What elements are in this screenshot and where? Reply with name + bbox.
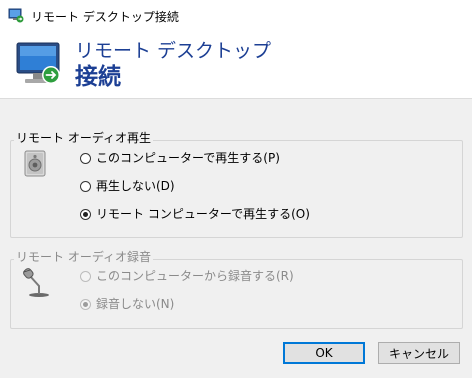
title-bar: リモート デスクトップ接続 — [0, 0, 472, 31]
remote-desktop-monitor-icon — [13, 37, 67, 91]
cancel-button[interactable]: キャンセル — [378, 342, 460, 364]
do-not-play-radio[interactable] — [80, 180, 91, 192]
speaker-icon — [22, 149, 50, 179]
record-from-this-computer-option[interactable]: このコンピューターから録音する(R) — [80, 269, 294, 283]
microphone-icon — [19, 266, 53, 298]
do-not-play-label: 再生しない(D) — [96, 179, 175, 193]
do-not-record-label: 録音しない(N) — [96, 297, 175, 311]
play-on-this-computer-radio[interactable] — [80, 152, 91, 164]
window-title: リモート デスクトップ接続 — [31, 10, 179, 24]
remote-desktop-icon — [8, 7, 24, 23]
playback-group-title: リモート オーディオ再生 — [14, 131, 153, 145]
play-on-this-computer-option[interactable]: このコンピューターで再生する(P) — [80, 151, 280, 165]
play-on-this-computer-label: このコンピューターで再生する(P) — [96, 151, 280, 165]
do-not-record-option[interactable]: 録音しない(N) — [80, 297, 174, 311]
play-on-remote-label: リモート コンピューターで再生する(O) — [96, 207, 310, 221]
header-title-line2: 接続 — [75, 64, 121, 90]
play-on-remote-option[interactable]: リモート コンピューターで再生する(O) — [80, 207, 310, 221]
ok-button[interactable]: OK — [283, 342, 365, 364]
do-not-record-radio[interactable] — [80, 298, 91, 310]
recording-group-title: リモート オーディオ録音 — [14, 250, 153, 264]
header-title-line1: リモート デスクトップ — [75, 40, 272, 62]
record-from-this-computer-radio[interactable] — [80, 270, 91, 282]
record-from-this-computer-label: このコンピューターから録音する(R) — [96, 269, 294, 283]
play-on-remote-radio[interactable] — [80, 208, 91, 220]
header-divider — [0, 98, 472, 99]
header-banner: リモート デスクトップ 接続 — [0, 30, 472, 98]
do-not-play-option[interactable]: 再生しない(D) — [80, 179, 175, 193]
